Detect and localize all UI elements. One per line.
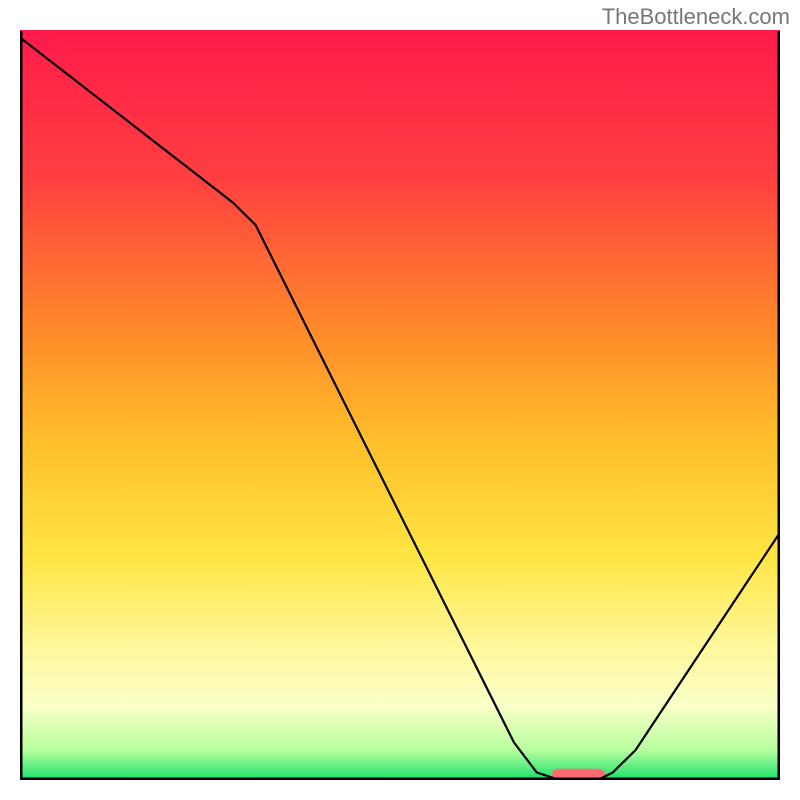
watermark: TheBottleneck.com	[602, 4, 790, 30]
bottleneck-chart: TheBottleneck.com	[0, 0, 800, 800]
optimal-marker	[552, 769, 605, 784]
chart-svg	[0, 0, 800, 800]
gradient-background	[20, 30, 780, 780]
